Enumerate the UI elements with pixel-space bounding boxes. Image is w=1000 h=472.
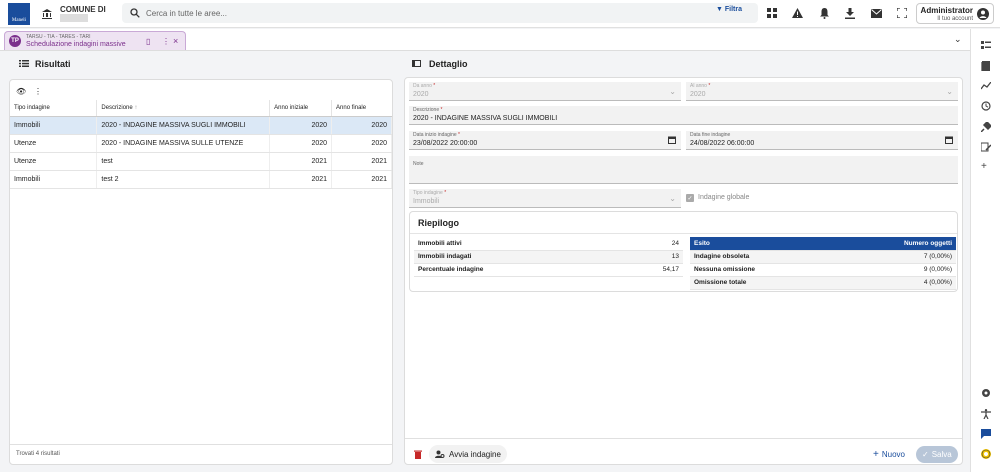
bell-icon[interactable]	[818, 7, 830, 19]
table-row[interactable]: Immobili 2020 - INDAGINE MASSIVA SUGLI IM…	[10, 116, 392, 135]
data-inizio-field[interactable]: Data inizio indagine * 23/08/2022 20:00:…	[409, 131, 681, 150]
more-vert-icon[interactable]: ⋮	[162, 37, 170, 46]
risultati-card: 👁 ⋮ Tipo indagine Descrizione ↑ Anno ini…	[9, 79, 393, 465]
bookmark-icon[interactable]: ▯	[146, 37, 150, 46]
calendar-icon[interactable]	[945, 136, 953, 144]
da-anno-select[interactable]: Da anno * 2020 ⌄	[409, 82, 681, 101]
help-ring-icon[interactable]	[981, 449, 991, 459]
results-count: Trovati 4 risultati	[16, 451, 60, 457]
chevron-down-icon[interactable]: ⌄	[954, 34, 962, 45]
person-search-icon	[435, 450, 445, 458]
delete-icon[interactable]	[414, 450, 422, 459]
plus-icon: +	[873, 449, 879, 460]
comune-label: COMUNE DI	[60, 5, 106, 14]
comune-name	[60, 14, 88, 22]
bank-icon[interactable]	[40, 7, 54, 21]
list-icon	[19, 60, 29, 67]
filter-button[interactable]: ▼ Filtra	[716, 6, 742, 13]
search-placeholder: Cerca in tutte le aree...	[146, 9, 227, 18]
esito-row: Nessuna omissione 9 (0,00%)	[690, 263, 956, 277]
list-details-icon[interactable]	[981, 41, 991, 50]
top-bar: Maneli COMUNE DI Cerca in tutte le aree.…	[0, 0, 1000, 28]
tab-schedulazione[interactable]: TP TARSU - TIA - TARES - TARI Schedulazi…	[4, 31, 186, 50]
calendar-icon[interactable]	[668, 136, 676, 144]
tipo-indagine-select[interactable]: Tipo indagine * Immobili ⌄	[409, 189, 681, 208]
sort-asc-icon: ↑	[134, 104, 138, 111]
riepilogo-stats-table: Immobili attivi 24 Immobili indagati 13 Pe…	[414, 237, 683, 277]
riepilogo-title: Riepilogo	[418, 218, 459, 228]
riepilogo-card: Riepilogo Immobili attivi 24 Immobili ind…	[409, 211, 958, 292]
chevron-down-icon: ⌄	[669, 87, 676, 96]
accessibility-icon[interactable]	[981, 409, 991, 419]
filter-label: Filtra	[724, 6, 743, 13]
edit-note-icon[interactable]	[981, 142, 991, 152]
indagine-globale-checkbox[interactable]: ✓	[686, 194, 694, 202]
download-icon[interactable]	[844, 7, 856, 19]
panel-icon	[412, 60, 421, 67]
esito-row: Indagine obsoleta 7 (0,00%)	[690, 250, 956, 264]
chevron-down-icon: ⌄	[669, 194, 676, 203]
gear-icon[interactable]	[981, 388, 991, 398]
add-icon[interactable]: +	[981, 161, 987, 172]
close-icon[interactable]: ×	[173, 36, 178, 46]
table-row[interactable]: Utenze test 2021 2021	[10, 152, 392, 171]
user-menu[interactable]: Administrator Il tuo account	[916, 3, 994, 24]
search-icon	[130, 8, 140, 18]
chevron-down-icon: ⌄	[946, 87, 953, 96]
tab-badge: TP	[9, 35, 21, 47]
right-toolbar: +	[970, 29, 1000, 472]
filter-icon: ▼	[716, 6, 723, 13]
stat-row: Immobili indagati 13	[414, 250, 683, 264]
warning-icon[interactable]	[791, 7, 803, 19]
eye-icon[interactable]: 👁	[16, 87, 26, 96]
more-vert-icon[interactable]: ⋮	[34, 87, 42, 96]
dashboard-icon[interactable]	[766, 7, 778, 19]
dettaglio-title: Dettaglio	[429, 59, 468, 69]
nuovo-button[interactable]: + Nuovo	[867, 446, 911, 463]
tab-bar: TP TARSU - TIA - TARES - TARI Schedulazi…	[0, 29, 970, 51]
col-descrizione[interactable]: Descrizione ↑	[96, 100, 271, 117]
user-account-label: Il tuo account	[937, 16, 973, 22]
tab-title: Schedulazione indagini massive	[26, 41, 126, 48]
user-avatar-icon	[977, 8, 989, 20]
risultati-title: Risultati	[35, 59, 71, 69]
plug-icon[interactable]	[981, 122, 991, 132]
dettaglio-card: Da anno * 2020 ⌄ Al anno * 2020 ⌄ Descri…	[404, 77, 963, 465]
table-row[interactable]: Utenze 2020 - INDAGINE MASSIVA SULLE UTEN…	[10, 134, 392, 153]
app-logo[interactable]: Maneli	[8, 3, 30, 25]
note-field[interactable]: Note	[409, 156, 958, 184]
mail-icon[interactable]	[870, 7, 882, 19]
stat-row: Percentuale indagine 54,17	[414, 263, 683, 277]
results-table: Tipo indagine Descrizione ↑ Anno inizial…	[10, 100, 392, 189]
riepilogo-esito-table: Esito Numero oggetti Indagine obsoleta 7 (…	[690, 237, 956, 290]
data-fine-field[interactable]: Data fine indagine 24/08/2022 06:00:00	[686, 131, 958, 150]
global-search[interactable]: Cerca in tutte le aree...	[122, 3, 758, 23]
indagine-globale-label: Indagine globale	[698, 194, 750, 201]
chat-icon[interactable]	[981, 429, 991, 439]
esito-header: Esito Numero oggetti	[690, 237, 956, 251]
table-row[interactable]: Immobili test 2 2021 2021	[10, 170, 392, 189]
check-icon: ✓	[922, 450, 929, 459]
al-anno-select[interactable]: Al anno * 2020 ⌄	[686, 82, 958, 101]
avvia-indagine-button[interactable]: Avvia indagine	[429, 445, 507, 463]
fullscreen-icon[interactable]	[896, 7, 908, 19]
stat-row: Immobili attivi 24	[414, 237, 683, 251]
col-tipo[interactable]: Tipo indagine	[10, 100, 98, 117]
col-anno-iniziale[interactable]: Anno iniziale	[269, 100, 333, 117]
descrizione-field[interactable]: Descrizione * 2020 - INDAGINE MASSIVA SU…	[409, 106, 958, 125]
trend-icon[interactable]	[981, 82, 991, 90]
user-name: Administrator	[920, 6, 973, 15]
col-anno-finale[interactable]: Anno finale	[331, 100, 392, 117]
salva-button[interactable]: ✓ Salva	[916, 446, 958, 463]
book-icon[interactable]	[981, 61, 990, 71]
esito-row: Omissione totale 4 (0,00%)	[690, 276, 956, 290]
history-icon[interactable]	[981, 101, 991, 111]
tab-category: TARSU - TIA - TARES - TARI	[26, 34, 91, 40]
